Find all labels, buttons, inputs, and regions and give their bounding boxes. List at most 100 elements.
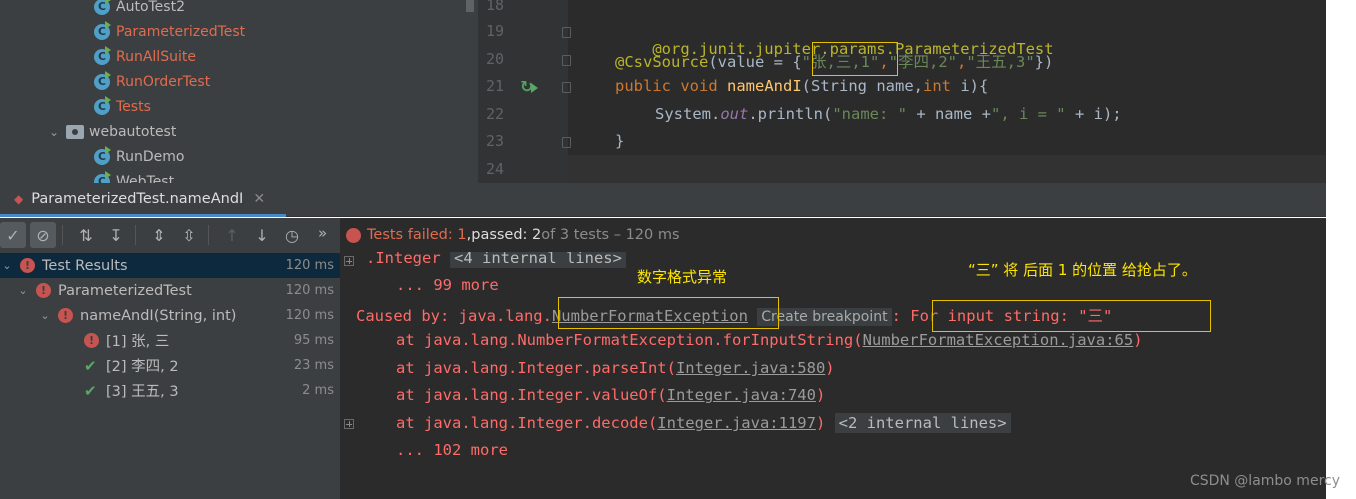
expand-icon[interactable]: [344, 419, 354, 429]
field-name: out: [720, 105, 749, 123]
line-number: 21: [485, 77, 504, 95]
internal-lines-chip[interactable]: <2 internal lines>: [834, 413, 1011, 433]
project-item-tests[interactable]: C Tests: [94, 94, 151, 119]
run-tab-parameterizedtest[interactable]: ◆ ParameterizedTest.nameAndI ✕: [0, 183, 286, 217]
code-line-21: public void nameAndI(String name,int i){: [615, 77, 988, 95]
string-literal: "李四,2": [888, 53, 957, 71]
next-failed-icon[interactable]: ↓: [249, 222, 275, 248]
test-node-case-1[interactable]: ! [1] 张, 三 95 ms: [0, 328, 340, 353]
chevron-down-icon[interactable]: ⌄: [38, 309, 52, 322]
test-duration: 95 ms: [293, 333, 334, 348]
toolbar-divider: [135, 225, 136, 245]
line-number: 24: [485, 160, 504, 178]
expand-icon[interactable]: [344, 256, 354, 266]
chevron-down-icon[interactable]: ⌄: [0, 259, 14, 272]
chevron-down-icon[interactable]: ⌄: [46, 125, 62, 139]
project-item-rundemo[interactable]: C RunDemo: [94, 144, 184, 169]
test-class-icon: C: [94, 98, 110, 115]
test-node-class[interactable]: ⌄ ! ParameterizedTest 120 ms: [0, 278, 340, 303]
method-name: nameAndI: [727, 77, 802, 95]
project-item-runallsuite[interactable]: C RunAllSuite: [94, 44, 196, 69]
test-class-icon: C: [94, 173, 110, 183]
test-results-tree: ⌄ ! Test Results 120 ms ⌄ ! Parameterize…: [0, 252, 340, 499]
project-item-webautotest[interactable]: ⌄ webautotest: [46, 119, 176, 144]
test-class-icon: C: [94, 73, 110, 90]
show-passed-icon[interactable]: ✓: [0, 222, 26, 248]
toolbar-divider: [62, 225, 63, 245]
source-link[interactable]: NumberFormatException.java:65: [863, 331, 1134, 349]
test-node-label: nameAndI(String, int): [80, 307, 237, 324]
code-token: System.: [655, 105, 721, 123]
test-history-icon[interactable]: ◷: [279, 222, 305, 248]
project-item-autotest2[interactable]: C AutoTest2: [94, 0, 185, 19]
code-editor[interactable]: 18 19 20 21 22 23 24 ↻ @org.junit.jupite…: [478, 0, 1326, 183]
status-failed-count: Tests failed: 1: [367, 227, 467, 243]
highlight-box-numberformatexception: [558, 297, 779, 329]
console-text: at java.lang.NumberFormatException.forIn…: [396, 331, 863, 349]
expand-all-icon[interactable]: ⇕: [146, 222, 172, 248]
console-text: .Integer: [366, 252, 441, 267]
console-text: ): [815, 414, 826, 432]
console-text: ): [825, 359, 835, 377]
console-text: ): [815, 386, 826, 404]
source-link[interactable]: Integer.java:1197: [657, 414, 816, 432]
watermark-text: CSDN @lambo mercy: [1189, 473, 1340, 489]
sort-by-duration-icon[interactable]: ↧: [103, 222, 129, 248]
test-failed-icon: !: [346, 227, 361, 243]
close-icon[interactable]: ✕: [253, 191, 265, 207]
annotation-note-explain: “三” 将 后面 1 的位置 给抢占了。: [968, 261, 1197, 279]
console-line: ... 102 more: [396, 441, 508, 459]
collapse-all-icon[interactable]: ⇳: [176, 222, 202, 248]
test-node-case-2[interactable]: ✔ [2] 李四, 2 23 ms: [0, 353, 340, 378]
project-item-label: RunAllSuite: [116, 48, 196, 65]
string-literal: ", i = ": [990, 105, 1066, 123]
test-node-label: [2] 李四, 2: [106, 359, 179, 375]
project-tree-scrollbar[interactable]: [466, 0, 474, 12]
previous-failed-icon[interactable]: ↑: [219, 222, 245, 248]
source-link[interactable]: Integer.java:740: [667, 386, 816, 404]
test-node-root[interactable]: ⌄ ! Test Results 120 ms: [0, 253, 340, 278]
project-item-webtest[interactable]: C WebTest: [94, 169, 174, 183]
test-class-icon: C: [94, 0, 110, 15]
rerun-test-icon[interactable]: ↻: [520, 77, 538, 96]
string-literal: "王五,3": [966, 53, 1035, 71]
console-text: at java.lang.Integer.decode(: [396, 414, 658, 432]
test-node-label: ParameterizedTest: [58, 282, 192, 299]
console-text: Caused by: java.lang.: [356, 307, 552, 325]
console-output[interactable]: .Integer <4 internal lines> ... 99 more …: [340, 252, 1326, 499]
source-link[interactable]: Integer.java:580: [676, 359, 825, 377]
code-token: }): [1034, 53, 1054, 71]
test-duration: 23 ms: [293, 358, 334, 373]
project-item-runordertest[interactable]: C RunOrderTest: [94, 69, 210, 94]
code-token: + name +: [906, 105, 991, 123]
annotation-note-number-format: 数字格式异常: [637, 268, 728, 286]
console-text: ): [1133, 331, 1143, 349]
sort-alphabetically-icon[interactable]: ⇅: [73, 222, 99, 248]
fold-marker-icon[interactable]: [562, 137, 571, 148]
code-line-22: System.out.println("name: " + name +", i…: [655, 105, 1122, 123]
line-number: 18: [485, 0, 504, 14]
internal-lines-chip[interactable]: <4 internal lines>: [450, 252, 626, 268]
project-item-label: ParameterizedTest: [116, 23, 246, 40]
annotation-text: @CsvSource: [615, 53, 709, 71]
show-ignored-icon[interactable]: ⊘: [30, 222, 56, 248]
more-actions-icon[interactable]: »: [318, 224, 327, 242]
project-item-label: WebTest: [116, 173, 175, 184]
test-class-icon: C: [94, 48, 110, 65]
line-number: 23: [485, 132, 504, 150]
status-summary: of 3 tests – 120 ms: [541, 227, 680, 243]
test-node-method[interactable]: ⌄ ! nameAndI(String, int) 120 ms: [0, 303, 340, 328]
fold-marker-icon[interactable]: [562, 82, 571, 93]
toolbar-divider: [208, 225, 209, 245]
project-item-parameterizedtest[interactable]: C ParameterizedTest: [94, 19, 245, 44]
code-token: (String name,: [801, 77, 923, 95]
fold-marker-icon[interactable]: [562, 27, 571, 38]
test-failed-icon: !: [84, 333, 99, 348]
status-passed-count: passed: 2: [471, 227, 542, 243]
test-node-case-3[interactable]: ✔ [3] 王五, 3 2 ms: [0, 378, 340, 403]
test-failed-icon: !: [36, 283, 51, 298]
console-text: at java.lang.Integer.parseInt(: [396, 359, 676, 377]
chevron-down-icon[interactable]: ⌄: [16, 284, 30, 297]
fold-marker-icon[interactable]: [562, 55, 571, 66]
test-node-label: Test Results: [42, 257, 128, 274]
